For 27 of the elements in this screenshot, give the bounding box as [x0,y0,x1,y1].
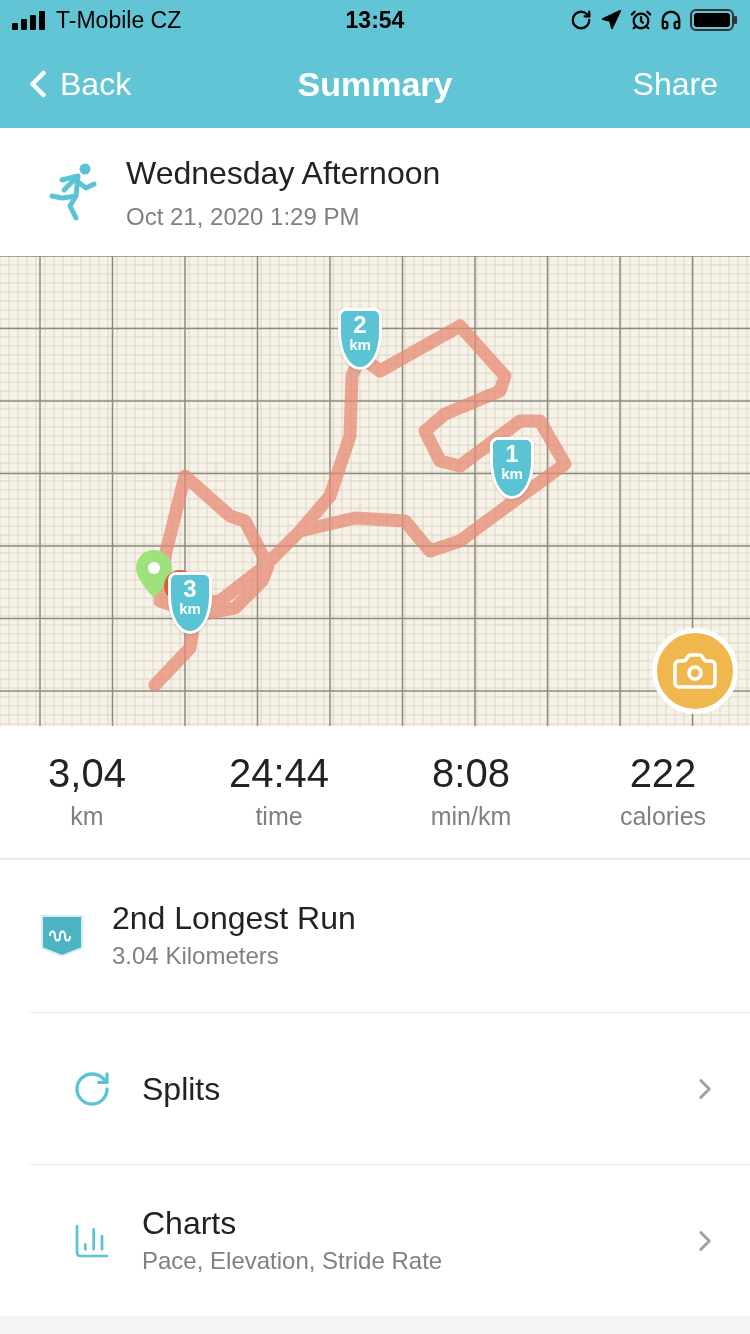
stat-value: 24:44 [228,750,330,798]
row-subtitle: 3.04 Kilometers [112,941,280,971]
stat-label: time [255,801,303,833]
activity-title: Wednesday Afternoon [126,154,441,193]
row-title: Splits [142,1069,222,1109]
stat-label: km [70,801,104,833]
activity-datetime: Oct 21, 2020 1:29 PM [126,202,361,232]
runner-icon [48,162,100,222]
stat-label: calories [619,801,707,833]
row-title: Charts [142,1203,238,1243]
carrier-name: T-Mobile CZ [56,5,182,35]
alarm-icon [630,9,652,31]
badge-icon [40,914,84,958]
list-row[interactable]: Charts Pace, Elevation, Stride Rate [30,1164,750,1316]
stat-value: 3,04 [48,750,126,798]
stat-value: 222 [629,750,697,798]
row-subtitle: Pace, Elevation, Stride Rate [142,1245,444,1276]
stat-label: min/km [430,801,512,833]
battery-icon [690,9,738,31]
screen-title: Summary [296,63,454,105]
stat-value: 8:08 [432,750,510,798]
row-title: 2nd Longest Run [112,899,357,938]
signal-icon [12,10,48,30]
list-row[interactable]: Splits [30,1012,750,1164]
headphones-icon [660,9,682,31]
location-icon [600,9,622,31]
clock-time: 13:54 [344,5,406,35]
